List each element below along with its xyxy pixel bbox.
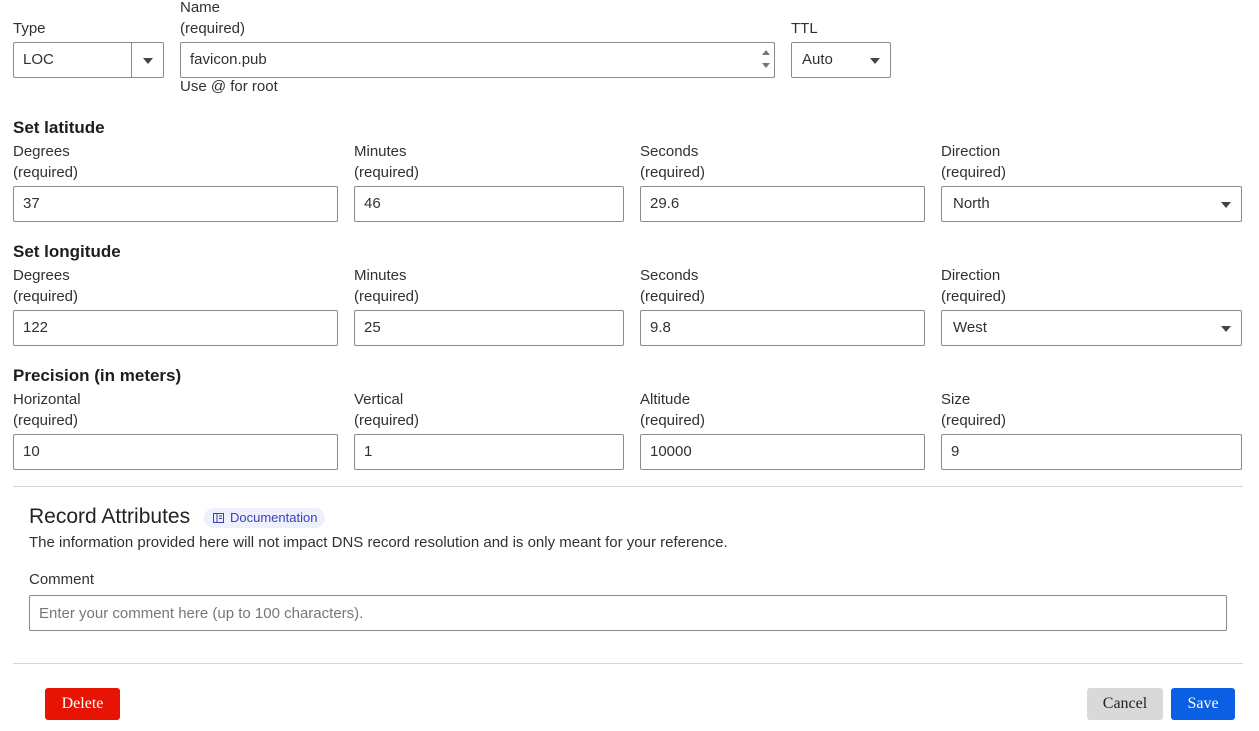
latitude-title: Set latitude xyxy=(13,118,105,137)
vertical-required: (required) xyxy=(354,412,420,429)
chevron-down-icon[interactable] xyxy=(1221,202,1231,208)
ttl-value: Auto xyxy=(802,51,833,68)
spinner-up-icon[interactable] xyxy=(762,50,770,55)
spinner-down-icon[interactable] xyxy=(762,63,770,68)
lat-degrees-required: (required) xyxy=(13,164,79,181)
lat-seconds-value: 29.6 xyxy=(650,195,680,212)
name-required: (required) xyxy=(180,20,246,37)
type-label: Type xyxy=(13,20,46,37)
record-attributes-title: Record Attributes xyxy=(29,505,191,528)
lat-degrees-label: Degrees xyxy=(13,143,70,160)
vertical-value: 1 xyxy=(364,443,373,460)
lat-direction-required: (required) xyxy=(941,164,1007,181)
lon-degrees-label: Degrees xyxy=(13,267,70,284)
name-label: Name xyxy=(180,0,221,16)
lon-degrees-value: 122 xyxy=(23,319,49,336)
lat-minutes-value: 46 xyxy=(364,195,381,212)
type-value: LOC xyxy=(23,51,54,68)
documentation-label: Documentation xyxy=(230,510,318,525)
lat-degrees-input[interactable]: 37 xyxy=(13,186,338,222)
chevron-down-icon[interactable] xyxy=(143,58,153,64)
size-input[interactable]: 9 xyxy=(941,434,1242,470)
altitude-required: (required) xyxy=(640,412,706,429)
name-value: favicon.pub xyxy=(190,51,267,68)
footer-divider xyxy=(13,663,1243,664)
lat-direction-value: North xyxy=(953,195,990,212)
lon-seconds-input[interactable]: 9.8 xyxy=(640,310,925,346)
lat-seconds-input[interactable]: 29.6 xyxy=(640,186,925,222)
lon-direction-select[interactable]: West xyxy=(941,310,1242,346)
comment-label: Comment xyxy=(29,571,95,588)
lat-seconds-label: Seconds xyxy=(640,143,699,160)
cancel-button[interactable]: Cancel xyxy=(1087,688,1163,720)
lat-direction-label: Direction xyxy=(941,143,1001,160)
horizontal-input[interactable]: 10 xyxy=(13,434,338,470)
lon-minutes-input[interactable]: 25 xyxy=(354,310,624,346)
lon-seconds-required: (required) xyxy=(640,288,706,305)
lon-direction-label: Direction xyxy=(941,267,1001,284)
lon-seconds-label: Seconds xyxy=(640,267,699,284)
book-icon xyxy=(213,513,224,523)
longitude-title: Set longitude xyxy=(13,242,121,261)
name-hint: Use @ for root xyxy=(180,78,278,95)
lon-minutes-label: Minutes xyxy=(354,267,407,284)
type-select-separator xyxy=(131,43,132,77)
lat-minutes-required: (required) xyxy=(354,164,420,181)
section-divider xyxy=(13,486,1243,487)
altitude-label: Altitude xyxy=(640,391,691,408)
documentation-link[interactable]: Documentation xyxy=(204,508,326,528)
size-required: (required) xyxy=(941,412,1007,429)
vertical-label: Vertical xyxy=(354,391,404,408)
horizontal-value: 10 xyxy=(23,443,40,460)
lat-direction-select[interactable]: North xyxy=(941,186,1242,222)
lon-degrees-input[interactable]: 122 xyxy=(13,310,338,346)
precision-title: Precision (in meters) xyxy=(13,366,182,385)
comment-input[interactable] xyxy=(29,595,1227,631)
ttl-select[interactable]: Auto xyxy=(791,42,891,78)
horizontal-label: Horizontal xyxy=(13,391,81,408)
name-input[interactable]: favicon.pub xyxy=(180,42,775,78)
altitude-input[interactable]: 10000 xyxy=(640,434,925,470)
lon-degrees-required: (required) xyxy=(13,288,79,305)
altitude-value: 10000 xyxy=(650,443,692,460)
lon-direction-required: (required) xyxy=(941,288,1007,305)
lon-minutes-required: (required) xyxy=(354,288,420,305)
ttl-label: TTL xyxy=(791,20,818,37)
lon-direction-value: West xyxy=(953,319,987,336)
horizontal-required: (required) xyxy=(13,412,79,429)
lat-minutes-input[interactable]: 46 xyxy=(354,186,624,222)
lon-minutes-value: 25 xyxy=(364,319,381,336)
size-value: 9 xyxy=(951,443,960,460)
save-button[interactable]: Save xyxy=(1171,688,1235,720)
type-select[interactable]: LOC xyxy=(13,42,164,78)
lat-minutes-label: Minutes xyxy=(354,143,407,160)
size-label: Size xyxy=(941,391,971,408)
lat-seconds-required: (required) xyxy=(640,164,706,181)
record-attributes-description: The information provided here will not i… xyxy=(29,534,728,551)
lat-degrees-value: 37 xyxy=(23,195,40,212)
delete-button[interactable]: Delete xyxy=(45,688,120,720)
chevron-down-icon[interactable] xyxy=(870,58,880,64)
chevron-down-icon[interactable] xyxy=(1221,326,1231,332)
lon-seconds-value: 9.8 xyxy=(650,319,671,336)
vertical-input[interactable]: 1 xyxy=(354,434,624,470)
